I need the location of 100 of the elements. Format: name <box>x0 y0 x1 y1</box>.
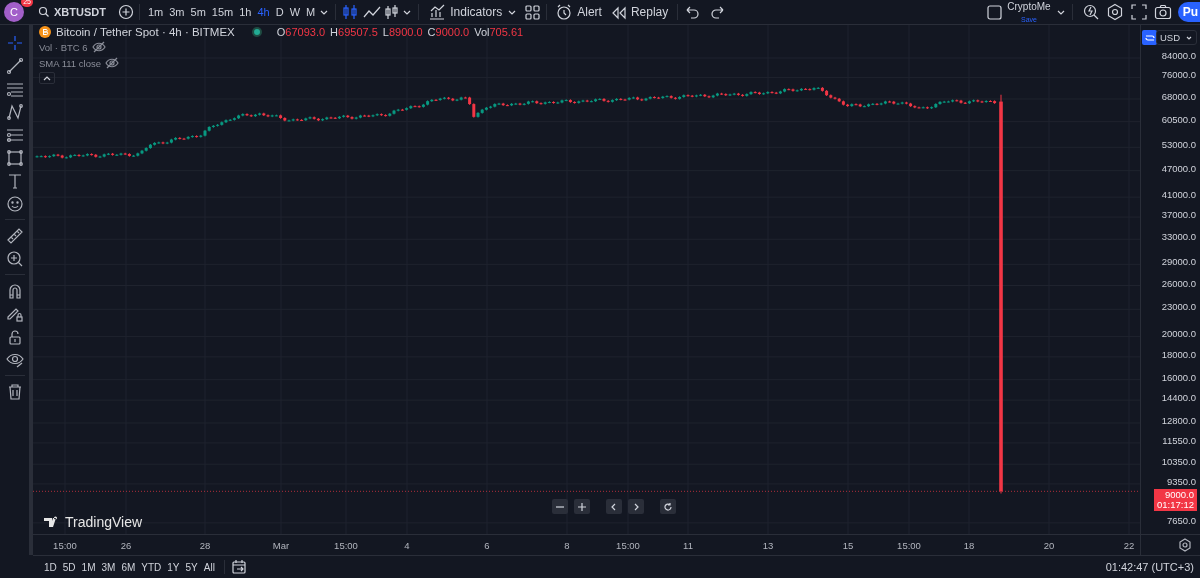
sync-button[interactable] <box>1142 30 1157 45</box>
fullscreen-icon[interactable] <box>1129 3 1148 21</box>
time-label: 8 <box>564 540 570 551</box>
range-button[interactable]: 1D <box>41 561 60 573</box>
price-label: 37000.0 <box>1161 209 1196 221</box>
range-button[interactable]: All <box>200 561 218 573</box>
symbol-title[interactable]: Bitcoin / Tether Spot · 4h · BITMEX <box>56 26 235 38</box>
reset-icon <box>663 501 673 512</box>
user-avatar[interactable]: C <box>4 2 24 22</box>
status-dot-icon <box>250 26 263 38</box>
price-label: 14400.0 <box>1161 392 1196 404</box>
zoom-in-button[interactable] <box>574 499 590 514</box>
alert-button[interactable]: Alert <box>552 2 606 22</box>
price-label: 41000.0 <box>1161 189 1196 201</box>
interval-button[interactable]: 4h <box>254 2 273 22</box>
time-label: 28 <box>199 540 211 551</box>
clock-time: 01:42:47 (UTC+3) <box>1105 561 1194 573</box>
range-button[interactable]: 6M <box>118 561 139 573</box>
price-label: 53000.0 <box>1161 139 1196 151</box>
indicators-button[interactable]: Indicators <box>424 2 507 22</box>
calendar-icon[interactable] <box>230 559 247 575</box>
eye-off-icon[interactable] <box>91 40 106 54</box>
reset-button[interactable] <box>660 499 676 514</box>
interval-button[interactable]: D <box>272 2 287 22</box>
price-label: 23000.0 <box>1161 301 1196 313</box>
interval-button[interactable]: 5m <box>187 2 209 22</box>
replay-button[interactable]: Replay <box>605 2 673 22</box>
price-label: 47000.0 <box>1161 162 1196 174</box>
search-icon <box>38 6 50 18</box>
time-label: 15:00 <box>53 540 77 551</box>
indicator-label[interactable]: SMA 111 close <box>39 57 101 69</box>
time-label: 18 <box>963 540 975 551</box>
settings-icon[interactable] <box>1105 3 1124 21</box>
time-label: Mar <box>272 540 290 551</box>
symbol-search[interactable]: XBTUSDT <box>34 2 110 22</box>
ruler-icon[interactable] <box>5 226 24 245</box>
time-label: 15 <box>842 540 854 551</box>
interval-button[interactable]: W <box>286 2 304 22</box>
camera-icon[interactable] <box>1153 3 1172 21</box>
bitcoin-icon <box>39 26 51 38</box>
scroll-right-button[interactable] <box>628 499 644 514</box>
indicator-label[interactable]: Vol · BTC 6 <box>39 41 88 53</box>
price-label: 26000.0 <box>1161 277 1196 289</box>
interval-button[interactable]: 15m <box>208 2 237 22</box>
range-button[interactable]: 3M <box>98 561 119 573</box>
zoom-out-button[interactable] <box>552 499 568 514</box>
interval-button[interactable]: 1h <box>236 2 255 22</box>
layout-square-icon[interactable] <box>986 3 1004 21</box>
pattern-icon[interactable] <box>5 102 24 121</box>
price-label: 60500.0 <box>1161 113 1196 125</box>
time-label: 11 <box>683 540 693 551</box>
time-label: 15:00 <box>334 540 358 551</box>
range-button[interactable]: 1M <box>78 561 99 573</box>
chevron-up-icon <box>42 74 52 82</box>
ohlc-value: Vol705.61 <box>474 26 524 38</box>
ohlc-value: L8900.0 <box>382 26 423 38</box>
logo-icon <box>43 515 60 529</box>
price-label: 68000.0 <box>1161 91 1196 102</box>
time-label: 26 <box>120 540 132 551</box>
interval-button[interactable]: M <box>303 2 319 22</box>
time-label: 13 <box>762 540 774 551</box>
interval-button[interactable]: 1m <box>144 2 167 22</box>
layout-name: CryptoMe <box>1007 2 1051 11</box>
ohlc-value: O67093.0 <box>276 26 326 38</box>
publish-button[interactable]: Pu <box>1177 2 1200 22</box>
add-symbol-icon[interactable] <box>117 4 134 20</box>
scroll-left-button[interactable] <box>606 499 622 514</box>
price-label: 16000.0 <box>1161 371 1196 383</box>
eye-off-icon[interactable] <box>104 56 119 70</box>
price-label: 9350.0 <box>1166 475 1196 487</box>
range-button[interactable]: 5D <box>59 561 79 573</box>
time-label: 4 <box>404 540 410 551</box>
smiley-icon[interactable] <box>5 194 24 213</box>
collapse-button[interactable] <box>39 72 55 84</box>
price-label: 11550.0 <box>1162 434 1196 446</box>
trend-line-icon[interactable] <box>5 56 24 75</box>
time-label: 22 <box>1123 540 1135 551</box>
price-label: 12800.0 <box>1161 415 1196 426</box>
interval-button[interactable]: 3m <box>166 2 188 22</box>
time-label: 6 <box>484 540 490 551</box>
ohlc-value: H69507.5 <box>330 26 378 38</box>
time-label: 15:00 <box>616 540 640 551</box>
range-button[interactable]: YTD <box>138 561 165 573</box>
price-label: 29000.0 <box>1161 256 1196 268</box>
indicators-icon <box>428 3 447 21</box>
ohlc-value: C9000.0 <box>427 26 470 38</box>
price-label: 7650.0 <box>1166 514 1196 526</box>
range-button[interactable]: 5Y <box>182 561 201 573</box>
zoom-in-icon[interactable] <box>5 249 24 268</box>
rectangle-icon[interactable] <box>5 148 24 167</box>
grid-icon[interactable] <box>524 3 542 21</box>
price-label: 76000.0 <box>1161 69 1196 81</box>
brand-name: TradingView <box>65 514 143 530</box>
alarm-clock-icon <box>556 3 574 21</box>
price-label: 84000.0 <box>1161 50 1196 61</box>
settings-icon[interactable] <box>1178 538 1192 552</box>
quick-search-icon[interactable] <box>1081 3 1100 21</box>
range-button[interactable]: 1Y <box>164 561 183 573</box>
currency-dropdown[interactable]: USD <box>1156 30 1197 45</box>
last-price-badge: 9000.0 01:17:12 <box>1154 489 1197 512</box>
